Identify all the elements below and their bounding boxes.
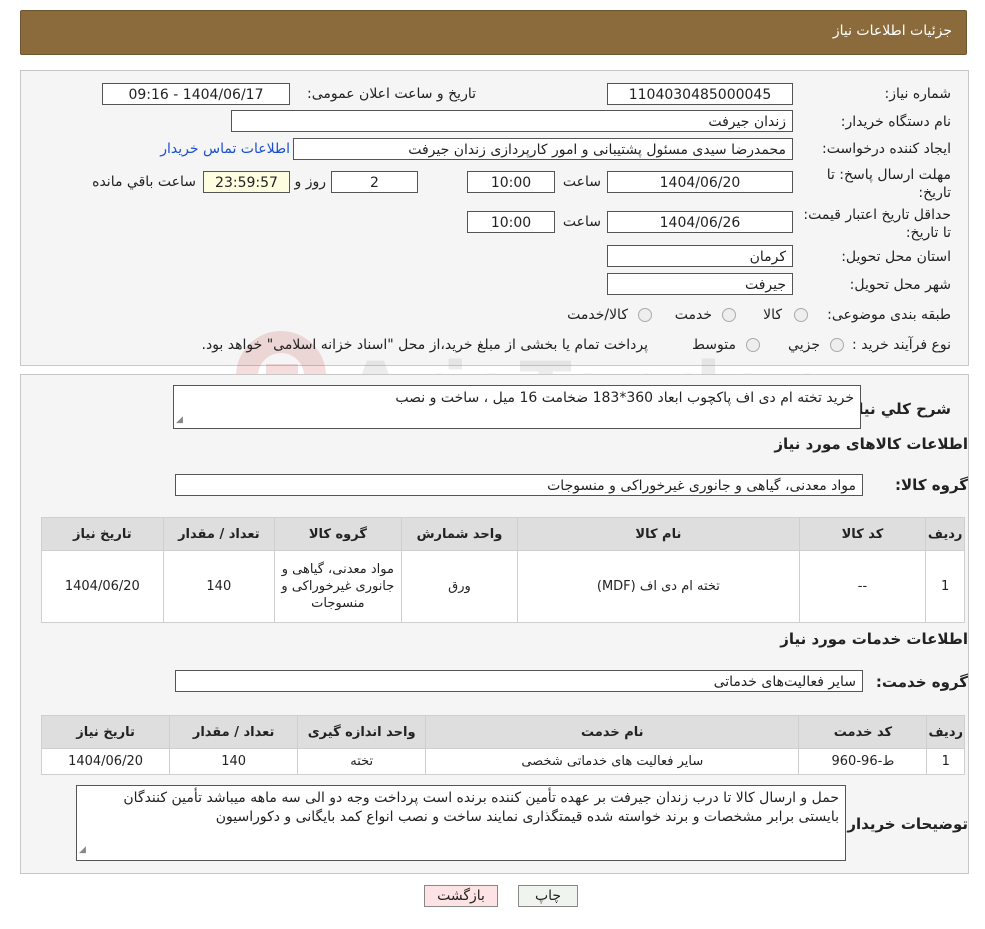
page-header: جزئیات اطلاعات نیاز xyxy=(20,10,967,55)
validity-time-label: ساعت xyxy=(562,214,601,230)
goods-table-header: ردیف کد کالا نام کالا واحد شمارش گروه کا… xyxy=(41,517,965,551)
buyer-org-label: نام دستگاه خریدار: xyxy=(840,114,951,130)
cell-date: 1404/06/20 xyxy=(40,748,171,775)
cell-code: -- xyxy=(798,550,927,623)
col-row: ردیف xyxy=(926,715,965,749)
service-group-label: گروه خدمت: xyxy=(875,673,968,691)
page-title: جزئیات اطلاعات نیاز xyxy=(832,23,952,39)
process-radio-medium[interactable] xyxy=(746,338,760,352)
process-option-medium: متوسط xyxy=(692,337,736,353)
col-qty: تعداد / مقدار xyxy=(162,517,275,551)
buyer-notes-label: توضیحات خریدار: xyxy=(841,815,968,833)
days-label: روز و xyxy=(294,174,327,190)
buyer-contact-link[interactable]: اطلاعات تماس خریدار xyxy=(160,141,290,157)
cell-name: تخته ام دی اف (MDF) xyxy=(517,550,800,623)
col-unit: واحد شمارش xyxy=(400,517,519,551)
category-radio-service[interactable] xyxy=(722,308,736,322)
col-name: نام کالا xyxy=(517,517,800,551)
col-service-code: کد خدمت xyxy=(798,715,928,749)
deadline-date-field[interactable]: 1404/06/20 xyxy=(607,171,793,193)
city-field[interactable]: جیرفت xyxy=(607,273,793,295)
summary-textarea[interactable]: خرید تخته ام دی اف پاکچوب ابعاد 360*183 … xyxy=(173,385,861,429)
validity-date-field[interactable]: 1404/06/26 xyxy=(607,211,793,233)
col-service-name: نام خدمت xyxy=(425,715,800,749)
category-label: طبقه بندی موضوعی: xyxy=(827,307,951,323)
deadline-time-field[interactable]: 10:00 xyxy=(467,171,555,193)
services-table-header: ردیف کد خدمت نام خدمت واحد اندازه گیری ت… xyxy=(40,715,965,749)
cell-unit: ورق xyxy=(400,550,519,623)
days-field[interactable]: 2 xyxy=(331,171,418,193)
deadline-label: مهلت ارسال پاسخ: تا تاریخ: xyxy=(826,167,951,201)
city-label: شهر محل تحویل: xyxy=(849,277,951,293)
goods-heading: اطلاعات کالاهای مورد نیاز xyxy=(774,435,968,453)
col-row: ردیف xyxy=(925,517,965,551)
cell-unit: تخته xyxy=(297,748,427,775)
remaining-label: ساعت باقي مانده xyxy=(92,174,196,190)
cell-qty: 140 xyxy=(169,748,299,775)
category-option-goods-service: کالا/خدمت xyxy=(567,307,628,323)
table-row[interactable]: 1 -- تخته ام دی اف (MDF) ورق مواد معدنی،… xyxy=(41,550,965,623)
cell-row: 1 xyxy=(925,550,965,623)
col-date: تاریخ نیاز xyxy=(41,517,164,551)
announce-label: تاریخ و ساعت اعلان عمومی: xyxy=(307,86,476,102)
process-option-minor: جزیي xyxy=(788,337,820,353)
need-details-panel: شرح کلي نیاز: خرید تخته ام دی اف پاکچوب … xyxy=(20,374,969,874)
category-option-goods: کالا xyxy=(763,307,782,323)
goods-group-field[interactable]: مواد معدنی، گیاهی و جانوری غیرخوراکی و م… xyxy=(175,474,863,496)
province-field[interactable]: کرمان xyxy=(607,245,793,267)
goods-group-label: گروه کالا: xyxy=(895,476,968,494)
category-option-service: خدمت xyxy=(674,307,712,323)
col-group: گروه کالا xyxy=(273,517,402,551)
requester-field[interactable]: محمدرضا سیدی مسئول پشتیبانی و امور کارپر… xyxy=(293,138,793,160)
process-radio-minor[interactable] xyxy=(830,338,844,352)
cell-row: 1 xyxy=(926,748,965,775)
col-qty: تعداد / مقدار xyxy=(169,715,299,749)
buyer-notes-textarea[interactable]: حمل و ارسال کالا تا درب زندان جیرفت بر ع… xyxy=(76,785,846,861)
process-note: پرداخت تمام یا بخشی از مبلغ خرید،از محل … xyxy=(201,337,648,353)
requester-label: ایجاد کننده درخواست: xyxy=(822,141,951,157)
print-button[interactable]: چاپ xyxy=(518,885,578,907)
col-unit: واحد اندازه گیری xyxy=(297,715,427,749)
need-info-panel: AriaTender.neT شماره نیاز: 1104030485000… xyxy=(20,70,969,434)
buyer-org-field[interactable]: زندان جیرفت xyxy=(231,110,793,132)
cell-group: مواد معدنی، گیاهی و جانوری غیرخوراکی و م… xyxy=(273,550,402,623)
category-radio-goods[interactable] xyxy=(794,308,808,322)
announce-datetime-field[interactable]: 1404/06/17 - 09:16 xyxy=(102,83,290,105)
remaining-time-field: 23:59:57 xyxy=(203,171,290,193)
province-label: استان محل تحویل: xyxy=(841,249,951,265)
table-row[interactable]: 1 ط-96-960 سایر فعالیت های خدماتی شخصی ت… xyxy=(40,748,965,775)
validity-label: حداقل تاریخ اعتبار قیمت: تا تاریخ: xyxy=(803,207,951,241)
validity-time-field[interactable]: 10:00 xyxy=(467,211,555,233)
cell-service-code: ط-96-960 xyxy=(798,748,928,775)
cell-qty: 140 xyxy=(162,550,275,623)
need-number-label: شماره نیاز: xyxy=(884,86,952,102)
need-number-field[interactable]: 1104030485000045 xyxy=(607,83,793,105)
cell-service-name: سایر فعالیت های خدماتی شخصی xyxy=(425,748,800,775)
back-button[interactable]: بازگشت xyxy=(424,885,498,907)
buyer-notes-resize-grip[interactable]: ◢ xyxy=(79,845,86,872)
col-date: تاریخ نیاز xyxy=(40,715,171,749)
col-code: کد کالا xyxy=(798,517,927,551)
deadline-time-label: ساعت xyxy=(562,174,601,190)
services-table: ردیف کد خدمت نام خدمت واحد اندازه گیری ت… xyxy=(40,715,965,775)
process-label: نوع فرآیند خرید : xyxy=(852,337,951,353)
goods-table: ردیف کد کالا نام کالا واحد شمارش گروه کا… xyxy=(41,517,965,623)
category-radio-goods-service[interactable] xyxy=(638,308,652,322)
cell-date: 1404/06/20 xyxy=(41,550,164,623)
service-group-field[interactable]: سایر فعالیت‌های خدماتی xyxy=(175,670,863,692)
services-heading: اطلاعات خدمات مورد نیاز xyxy=(780,630,968,648)
